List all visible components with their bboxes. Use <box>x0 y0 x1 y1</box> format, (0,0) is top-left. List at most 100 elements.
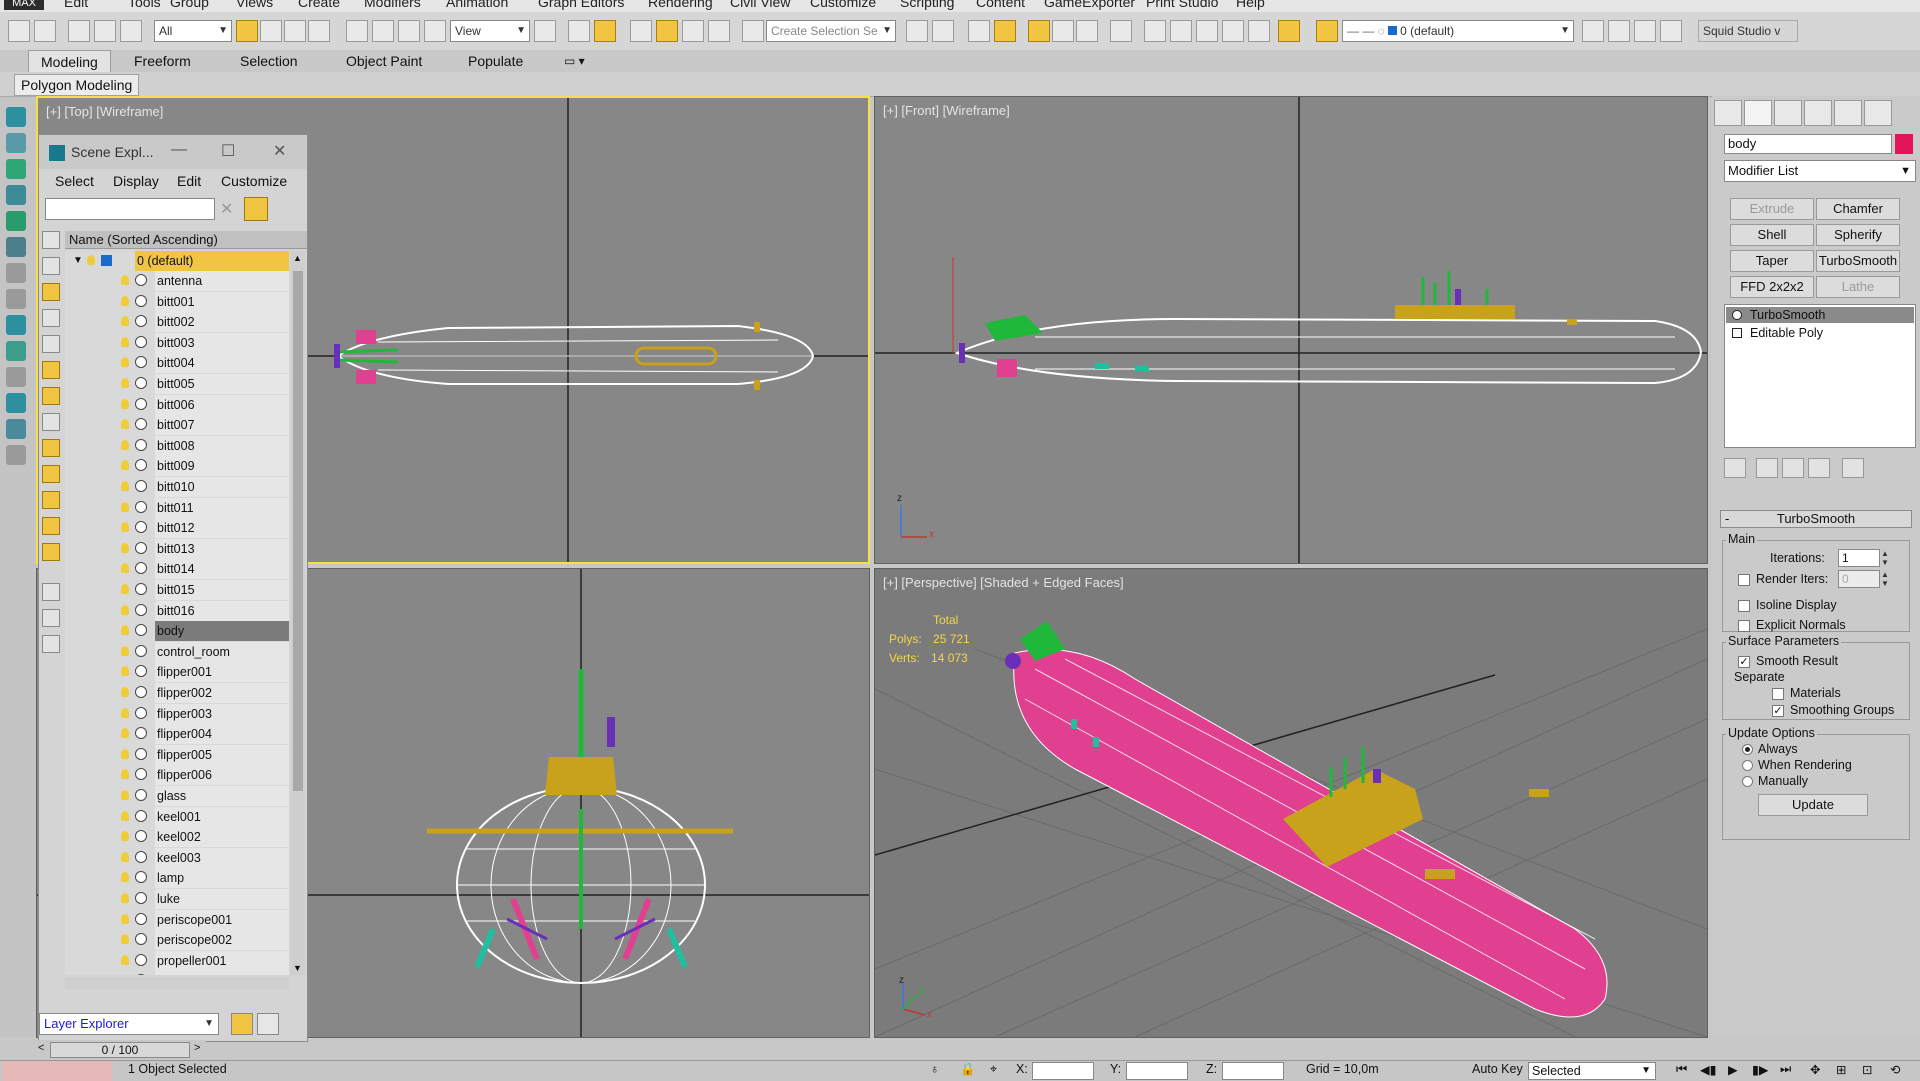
spinner-snap-icon[interactable] <box>708 20 730 42</box>
modifier-visibility-icon[interactable] <box>1732 310 1742 320</box>
light-bulb-icon[interactable] <box>121 687 129 697</box>
light-bulb-icon[interactable] <box>87 255 95 265</box>
always-radio[interactable] <box>1742 744 1753 755</box>
pivot-center-icon[interactable] <box>534 20 556 42</box>
light-bulb-icon[interactable] <box>121 460 129 471</box>
scene-row-flipper006[interactable]: flipper006 <box>65 765 289 786</box>
light-bulb-icon[interactable] <box>121 439 129 450</box>
z-coord-field[interactable] <box>1222 1062 1284 1080</box>
scene-row-flipper005[interactable]: flipper005 <box>65 744 289 765</box>
lights-icon[interactable] <box>6 185 26 205</box>
light-bulb-icon[interactable] <box>121 522 129 533</box>
menu-customize[interactable]: Customize <box>810 0 876 10</box>
turbosmooth-button[interactable]: TurboSmooth <box>1816 250 1900 272</box>
snaps-toggle-icon[interactable] <box>630 20 652 42</box>
scene-row-bitt009[interactable]: bitt009 <box>65 456 289 477</box>
tab-modeling[interactable]: Modeling <box>28 50 111 73</box>
select-link-icon[interactable] <box>68 20 90 42</box>
display-geometry-icon[interactable] <box>42 257 60 275</box>
viewport-perspective[interactable]: [+] [Perspective] [Shaded + Edged Faces]… <box>874 568 1708 1038</box>
render-iters-checkbox[interactable] <box>1738 574 1750 586</box>
next-frame-icon[interactable]: ▮▶ <box>1752 1062 1769 1077</box>
scene-row-bitt013[interactable]: bitt013 <box>65 538 289 559</box>
go-to-start-icon[interactable]: ⏮ <box>1676 1062 1687 1077</box>
scene-row-bitt014[interactable]: bitt014 <box>65 559 289 580</box>
create-layer-icon[interactable] <box>1582 20 1604 42</box>
scene-row-flipper004[interactable]: flipper004 <box>65 724 289 745</box>
scene-row-bitt011[interactable]: bitt011 <box>65 497 289 518</box>
light-bulb-icon[interactable] <box>121 295 129 306</box>
time-prev-icon[interactable]: < <box>38 1042 44 1054</box>
collapse-icon[interactable]: ▼ <box>73 251 83 271</box>
render-in-cloud-icon[interactable] <box>1278 20 1300 42</box>
motion-icon[interactable] <box>6 341 26 361</box>
scene-row-bitt016[interactable]: bitt016 <box>65 600 289 621</box>
render-production-icon[interactable] <box>1196 20 1218 42</box>
bind-space-warp-icon[interactable] <box>120 20 142 42</box>
light-bulb-icon[interactable] <box>121 666 129 677</box>
scene-row-propeller002[interactable]: propeller002 <box>65 971 289 975</box>
scrollbar-thumb[interactable] <box>293 271 303 791</box>
orbit-icon[interactable]: ⟲ <box>1890 1062 1900 1077</box>
go-to-end-icon[interactable]: ⏭ <box>1780 1062 1791 1077</box>
shell-button[interactable]: Shell <box>1730 224 1814 246</box>
scene-row-periscope002[interactable]: periscope002 <box>65 930 289 951</box>
turbosmooth-rollout-header[interactable]: - TurboSmooth <box>1720 510 1912 528</box>
percent-snap-icon[interactable] <box>682 20 704 42</box>
invert-display-icon[interactable] <box>42 635 60 653</box>
light-bulb-icon[interactable] <box>121 481 129 491</box>
ffd-button[interactable]: FFD 2x2x2 <box>1730 276 1814 298</box>
iterations-spinner[interactable]: 1 <box>1838 549 1880 567</box>
window-crossing-icon[interactable] <box>308 20 330 42</box>
set-current-layer-icon[interactable] <box>1660 20 1682 42</box>
menu-tools[interactable]: Tools <box>128 0 161 10</box>
display-all-icon[interactable] <box>42 583 60 601</box>
tab-selection[interactable]: Selection <box>228 50 310 72</box>
hierarchy-tab-icon[interactable] <box>1774 100 1802 126</box>
layer-manager-icon[interactable] <box>1316 20 1338 42</box>
toggle-ribbon-icon[interactable] <box>1028 20 1050 42</box>
clear-search-icon[interactable]: ✕ <box>220 199 233 219</box>
display-lights-icon[interactable] <box>42 309 60 327</box>
schematic-view-icon[interactable] <box>1076 20 1098 42</box>
menu-print-studio[interactable]: Print Studio <box>1146 0 1218 10</box>
scene-row-keel001[interactable]: keel001 <box>65 806 289 827</box>
app-logo[interactable]: MAX <box>4 0 44 10</box>
spacewarps-icon[interactable] <box>6 263 26 283</box>
viewport-front[interactable]: [+] [Front] [Wireframe] z x <box>874 96 1708 564</box>
scale-icon[interactable] <box>398 20 420 42</box>
utilities-icon[interactable] <box>6 393 26 413</box>
motion-tab-icon[interactable] <box>1804 100 1832 126</box>
minimize-icon[interactable]: — <box>171 141 187 159</box>
menu-display[interactable]: Display <box>113 173 159 189</box>
scroll-down-icon[interactable]: ▼ <box>293 963 302 973</box>
light-bulb-icon[interactable] <box>121 707 129 718</box>
create-icon[interactable] <box>6 107 26 127</box>
remove-modifier-icon[interactable] <box>1808 458 1830 478</box>
light-bulb-icon[interactable] <box>121 790 129 800</box>
smoothing-groups-checkbox[interactable]: ✓ <box>1772 705 1784 717</box>
isolate-selection-icon[interactable]: ♁ <box>930 1062 939 1076</box>
y-coord-field[interactable] <box>1126 1062 1188 1080</box>
hierarchy-sort-icon[interactable] <box>257 1013 279 1035</box>
smooth-result-checkbox[interactable]: ✓ <box>1738 656 1750 668</box>
light-bulb-icon[interactable] <box>121 934 129 945</box>
scene-tree-hscrollbar[interactable] <box>65 977 289 989</box>
scene-row-antenna[interactable]: antenna <box>65 271 289 291</box>
light-bulb-icon[interactable] <box>121 625 129 636</box>
show-end-result-icon[interactable] <box>1756 458 1778 478</box>
stack-item-editable-poly[interactable]: Editable Poly <box>1726 325 1914 341</box>
display-hidden-icon[interactable] <box>42 543 60 561</box>
scroll-up-icon[interactable]: ▲ <box>293 253 302 263</box>
light-bulb-icon[interactable] <box>121 645 129 656</box>
light-bulb-icon[interactable] <box>121 893 129 903</box>
menu-graph-editors[interactable]: Graph Editors <box>538 0 624 10</box>
modifier-list-select[interactable]: Modifier List ▼ <box>1724 160 1916 182</box>
tab-freeform[interactable]: Freeform <box>122 50 203 72</box>
edit-named-selection-icon[interactable] <box>742 20 764 42</box>
filter-icon[interactable] <box>244 197 268 221</box>
chamfer-button[interactable]: Chamfer <box>1816 198 1900 220</box>
scene-explorer-titlebar[interactable]: Scene Expl... — ☐ ✕ <box>39 135 307 169</box>
light-bulb-icon[interactable] <box>121 954 129 965</box>
scene-row-flipper002[interactable]: flipper002 <box>65 683 289 703</box>
